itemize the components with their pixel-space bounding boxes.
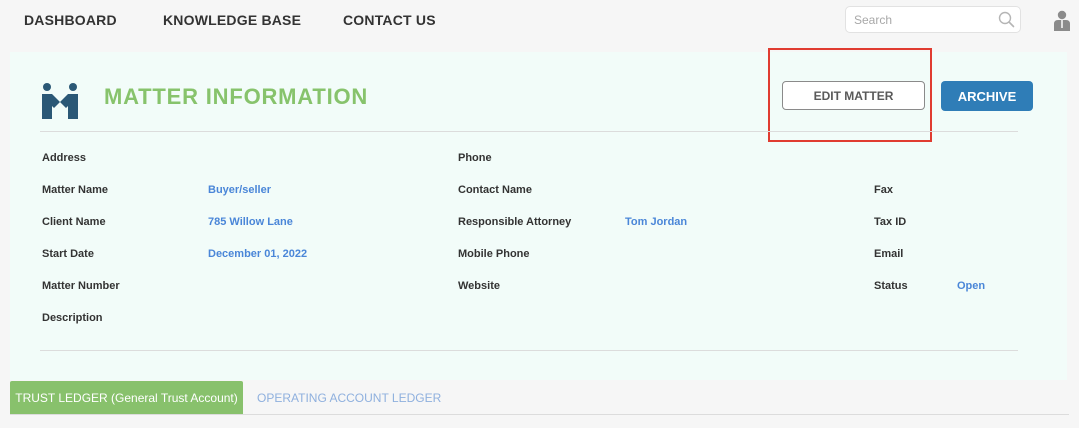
nav-knowledge-base[interactable]: KNOWLEDGE BASE	[163, 12, 301, 28]
nav-dashboard[interactable]: DASHBOARD	[24, 12, 117, 28]
search-icon[interactable]	[998, 11, 1015, 28]
description-label: Description	[42, 312, 103, 324]
tab-trust-ledger[interactable]: TRUST LEDGER (General Trust Account)	[10, 381, 243, 414]
highlight-annotation	[768, 48, 932, 142]
fax-label: Fax	[874, 184, 893, 196]
client-name-label: Client Name	[42, 216, 106, 228]
search-box	[845, 6, 1021, 33]
contact-name-label: Contact Name	[458, 184, 532, 196]
responsible-attorney-value: Tom Jordan	[625, 216, 688, 228]
matter-name-value: Buyer/seller	[208, 184, 271, 196]
mobile-phone-label: Mobile Phone	[458, 248, 530, 260]
status-label: Status	[874, 280, 908, 292]
user-icon[interactable]	[1053, 10, 1071, 32]
start-date-value: December 01, 2022	[208, 248, 308, 260]
website-label: Website	[458, 280, 500, 292]
top-nav: DASHBOARD KNOWLEDGE BASE CONTACT US	[0, 0, 1079, 46]
start-date-label: Start Date	[42, 248, 94, 260]
fields-divider	[40, 350, 1018, 351]
status-value: Open	[957, 280, 986, 292]
address-label: Address	[42, 152, 87, 164]
tab-operating-account-ledger[interactable]: OPERATING ACCOUNT LEDGER	[257, 381, 441, 414]
header-divider	[40, 131, 1018, 132]
archive-button[interactable]: ARCHIVE	[941, 81, 1033, 111]
search-input[interactable]	[854, 11, 994, 29]
page-title: MATTER INFORMATION	[104, 84, 369, 109]
ledger-tabs: TRUST LEDGER (General Trust Account) OPE…	[10, 381, 1069, 415]
responsible-attorney-label: Responsible Attorney	[458, 216, 572, 228]
tax-id-label: Tax ID	[874, 216, 907, 228]
phone-label: Phone	[458, 152, 492, 164]
handshake-logo-icon	[42, 83, 78, 119]
email-label: Email	[874, 248, 904, 260]
nav-contact-us[interactable]: CONTACT US	[343, 12, 436, 28]
matter-number-label: Matter Number	[42, 280, 120, 292]
matter-name-label: Matter Name	[42, 184, 109, 196]
client-name-value: 785 Willow Lane	[208, 216, 293, 228]
